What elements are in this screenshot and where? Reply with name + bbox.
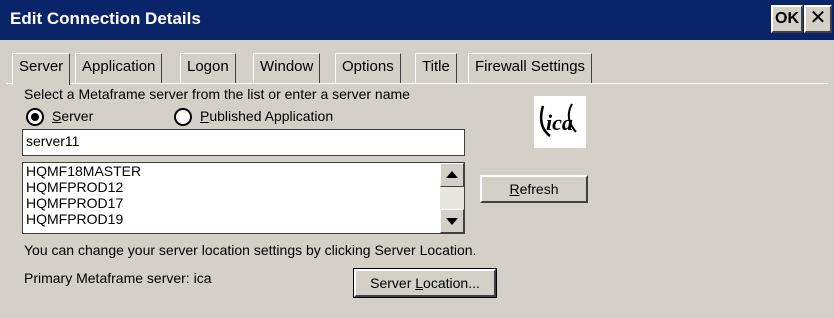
ica-logo-icon: ica [534,96,586,148]
close-icon[interactable]: ✕ [804,5,832,33]
tab-options[interactable]: Options [335,53,401,83]
scroll-track[interactable] [440,187,464,209]
tab-window[interactable]: Window [253,53,321,83]
tab-title[interactable]: Title [415,53,457,83]
server-radio[interactable] [26,108,44,126]
list-item[interactable]: HQMFPROD12 [23,179,464,195]
server-radio-label[interactable]: Server [52,108,93,124]
list-item[interactable]: HQMF18MASTER [23,163,464,179]
published-application-radio[interactable] [174,108,192,126]
tab-panel-border [6,83,828,84]
ok-button[interactable]: OK [771,5,803,33]
tab-application[interactable]: Application [75,53,163,83]
title-bar: Edit Connection Details OK ✕ [0,0,834,40]
list-item[interactable]: HQMFPROD19 [23,211,464,227]
server-name-input[interactable]: server11 [22,129,465,156]
server-list-scrollbar[interactable] [440,163,464,233]
list-item[interactable]: HQMFPROD17 [23,195,464,211]
tab-server[interactable]: Server [12,53,71,85]
refresh-button[interactable]: Refresh [480,175,588,203]
primary-server-label: Primary Metaframe server: ica [24,270,212,286]
edit-connection-dialog: Edit Connection Details OK ✕ Server Appl… [0,0,834,318]
instruction-text: Select a Metaframe server from the list … [24,86,410,102]
scroll-up-button[interactable] [440,163,464,187]
scroll-down-button[interactable] [440,209,464,233]
window-title: Edit Connection Details [10,9,201,28]
server-location-button[interactable]: Server Location... [353,268,497,298]
tab-firewall-settings[interactable]: Firewall Settings [468,53,593,83]
server-location-hint: You can change your server location sett… [24,242,477,258]
arrow-down-icon [446,218,458,225]
arrow-up-icon [446,171,458,178]
tab-logon[interactable]: Logon [180,53,236,83]
published-application-radio-label[interactable]: Published Application [200,108,333,124]
server-list[interactable]: HQMF18MASTER HQMFPROD12 HQMFPROD17 HQMFP… [22,162,465,234]
